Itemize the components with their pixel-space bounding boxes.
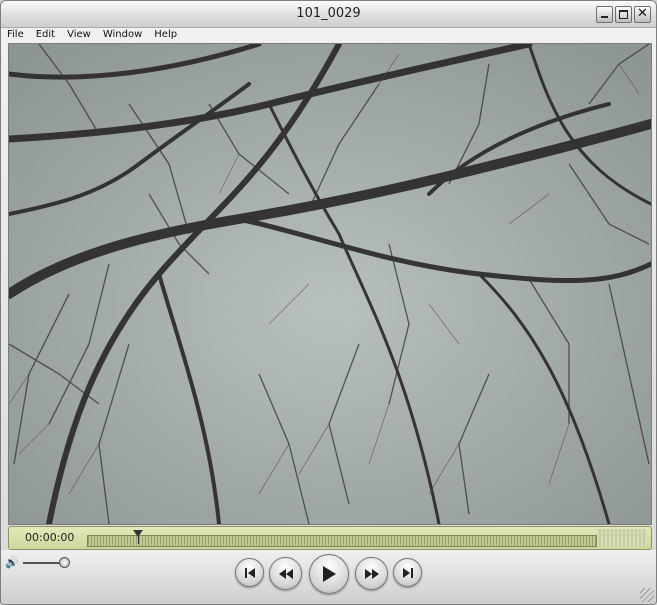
fast-forward-icon xyxy=(364,568,379,579)
control-bar: 🔊 xyxy=(1,550,656,604)
player-window: 101_0029 ✕ File Edit View Window Help 00… xyxy=(0,0,657,605)
menu-view[interactable]: View xyxy=(61,28,97,42)
timeline-end-cap xyxy=(597,529,647,547)
window-title: 101_0029 xyxy=(296,6,361,21)
title-bar[interactable]: 101_0029 ✕ xyxy=(1,1,656,28)
timeline-bar: 00:00:00 xyxy=(8,526,652,550)
menu-window[interactable]: Window xyxy=(97,28,148,42)
play-button[interactable] xyxy=(309,554,349,594)
current-time: 00:00:00 xyxy=(25,531,75,544)
window-controls: ✕ xyxy=(596,6,651,23)
volume-track[interactable] xyxy=(23,562,63,564)
menu-bar: File Edit View Window Help xyxy=(1,28,656,42)
skip-to-start-button[interactable] xyxy=(235,558,264,587)
maximize-icon xyxy=(619,10,628,19)
minimize-button[interactable] xyxy=(596,6,613,23)
rewind-button[interactable] xyxy=(269,557,302,590)
menu-edit[interactable]: Edit xyxy=(30,28,61,42)
volume-slider-knob[interactable] xyxy=(59,557,70,568)
play-icon xyxy=(323,566,336,582)
skip-to-end-button[interactable] xyxy=(393,558,422,587)
video-frame[interactable] xyxy=(8,43,652,525)
scrub-track[interactable] xyxy=(87,535,597,547)
minimize-icon xyxy=(601,16,608,18)
playhead-line xyxy=(137,536,139,544)
speaker-icon: 🔊 xyxy=(5,556,19,569)
fast-forward-button[interactable] xyxy=(355,557,388,590)
skip-to-end-icon xyxy=(402,567,413,578)
close-icon: ✕ xyxy=(637,6,648,21)
menu-file[interactable]: File xyxy=(1,28,30,42)
close-button[interactable]: ✕ xyxy=(634,6,651,23)
skip-to-start-icon xyxy=(244,567,255,578)
resize-grip[interactable] xyxy=(640,588,654,602)
menu-help[interactable]: Help xyxy=(148,28,183,42)
tree-branches-image xyxy=(9,44,651,524)
rewind-icon xyxy=(278,568,293,579)
maximize-button[interactable] xyxy=(615,6,632,23)
